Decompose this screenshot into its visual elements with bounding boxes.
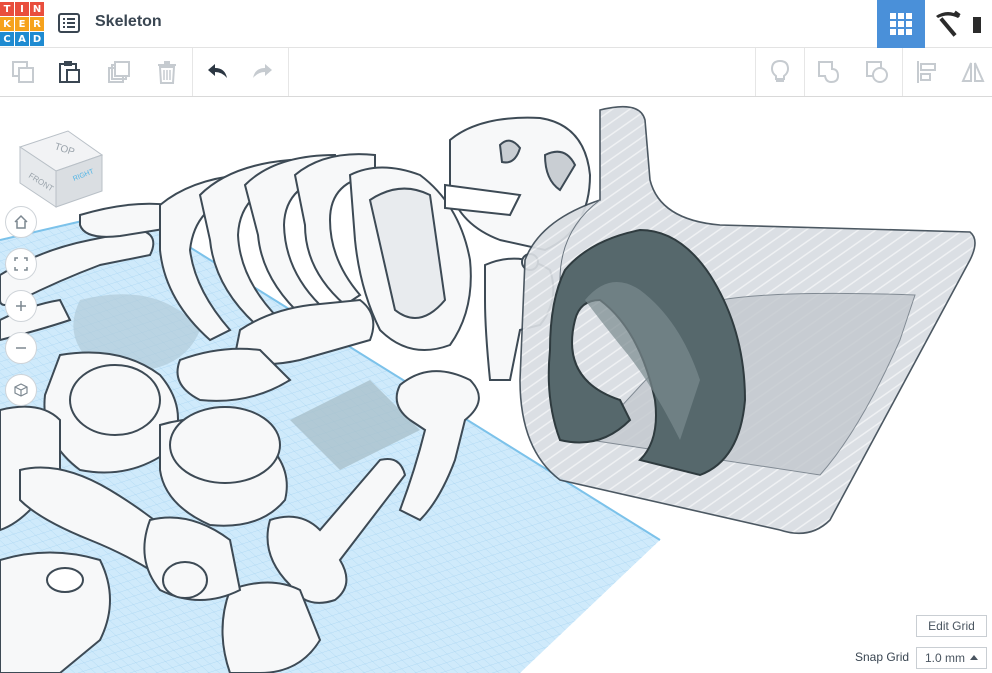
caret-up-icon: [970, 655, 978, 660]
snap-grid-label: Snap Grid: [855, 650, 910, 664]
trash-icon: [158, 61, 176, 84]
zoom-in-button[interactable]: [5, 290, 37, 322]
toolbar-divider: [804, 48, 805, 96]
logo-letter: A: [15, 32, 29, 46]
logo-letter: E: [15, 17, 29, 31]
delete-button[interactable]: [144, 48, 190, 96]
ungroup-icon: [866, 61, 888, 83]
mirror-icon: [961, 62, 985, 82]
redo-icon: [253, 64, 272, 78]
list-icon: [58, 13, 80, 33]
perspective-button[interactable]: [5, 374, 37, 406]
duplicate-button[interactable]: [96, 48, 142, 96]
edit-grid-button[interactable]: Edit Grid: [916, 615, 987, 637]
view-switcher: [877, 0, 992, 48]
group-button[interactable]: [806, 48, 852, 96]
home-icon: [14, 214, 28, 229]
fit-view-button[interactable]: [5, 248, 37, 280]
bricks-view-button[interactable]: [971, 0, 992, 48]
home-view-button[interactable]: [5, 206, 37, 238]
redo-button[interactable]: [240, 48, 286, 96]
logo-letter: I: [15, 2, 29, 16]
perspective-cube-icon: [14, 383, 28, 397]
design-title[interactable]: Skeleton: [95, 13, 162, 31]
tinkercad-logo[interactable]: T I N K E R C A D: [0, 2, 44, 46]
workplane-viewport[interactable]: TOP FRONT RIGHT: [0, 98, 992, 673]
ungroup-button[interactable]: [854, 48, 900, 96]
copy-icon: [12, 61, 34, 83]
toolbar-divider: [902, 48, 903, 96]
fit-view-icon: [14, 257, 28, 271]
3d-view-button[interactable]: [877, 0, 925, 48]
view-cube[interactable]: TOP FRONT RIGHT: [16, 115, 108, 211]
paste-icon: [59, 61, 80, 83]
group-icon: [818, 61, 840, 84]
mirror-button[interactable]: [950, 48, 992, 96]
design-list-button[interactable]: [58, 12, 80, 34]
notes-button[interactable]: [757, 48, 803, 96]
paste-button[interactable]: [46, 48, 92, 96]
snap-grid-select[interactable]: 1.0 mm: [916, 647, 987, 669]
undo-button[interactable]: [194, 48, 240, 96]
scene-canvas[interactable]: [0, 98, 992, 673]
snap-grid-value: 1.0 mm: [925, 651, 966, 665]
logo-letter: D: [30, 32, 44, 46]
logo-letter: K: [0, 17, 14, 31]
undo-icon: [208, 64, 227, 78]
minecraft-view-button[interactable]: [925, 0, 971, 48]
logo-letter: N: [30, 2, 44, 16]
light-bulb-icon: [770, 59, 790, 82]
toolbar-divider: [755, 48, 756, 96]
edit-toolbar: [0, 48, 992, 97]
logo-letter: C: [0, 32, 14, 46]
top-bar: T I N K E R C A D Skeleton: [0, 0, 992, 48]
brick-icon: [973, 17, 981, 33]
zoom-out-button[interactable]: [5, 332, 37, 364]
zoom-out-icon: [16, 347, 26, 349]
align-button[interactable]: [904, 48, 950, 96]
toolbar-divider: [288, 48, 289, 96]
toolbar-divider: [192, 48, 193, 96]
logo-letter: T: [0, 2, 14, 16]
align-icon: [917, 61, 936, 83]
copy-button[interactable]: [0, 48, 46, 96]
zoom-in-icon: [16, 301, 26, 311]
duplicate-icon: [108, 61, 130, 83]
grid-view-icon: [890, 13, 912, 35]
logo-letter: R: [30, 17, 44, 31]
pickaxe-icon: [936, 10, 961, 37]
